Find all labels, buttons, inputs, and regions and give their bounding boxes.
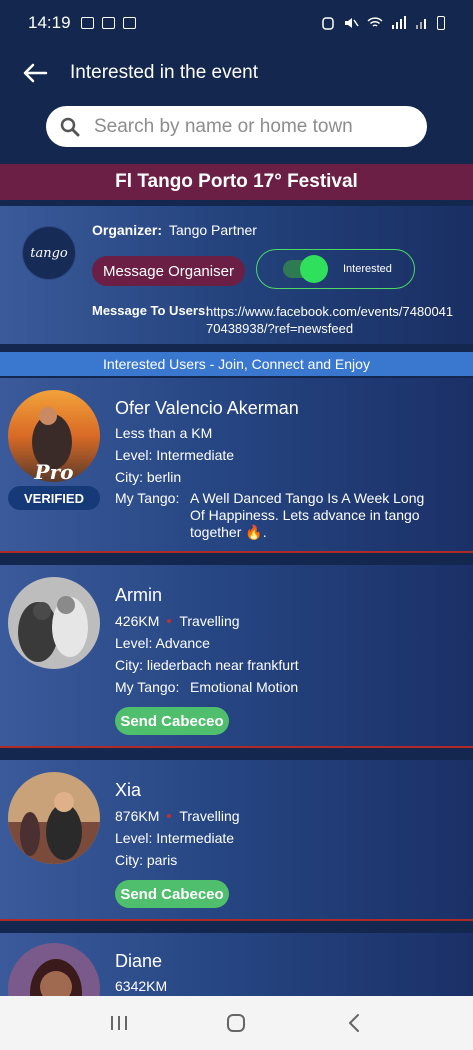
user-distance-row: 876KM Travelling (115, 808, 240, 824)
page-title: Interested in the event (70, 62, 259, 83)
system-nav-bar (0, 996, 473, 1050)
recent-apps-button[interactable] (99, 1003, 139, 1043)
user-level: Level: Intermediate (115, 830, 235, 846)
tango-label: My Tango: (115, 679, 180, 695)
avatar (8, 577, 100, 669)
user-card[interactable]: Pro VERIFIED Ofer Valencio Akerman Less … (0, 378, 473, 553)
chevron-left-icon (349, 1014, 360, 1032)
user-distance: 876KM (115, 808, 160, 824)
user-name: Armin (115, 585, 163, 605)
user-city: City: paris (115, 852, 178, 868)
organizer-logo-text: tango (30, 245, 68, 261)
recent-apps-icon (110, 1016, 127, 1030)
search-bar[interactable] (46, 106, 427, 147)
organizer-name: Tango Partner (169, 222, 257, 238)
search-input[interactable] (94, 115, 394, 138)
notification-icon (80, 17, 94, 29)
mute-icon (345, 18, 359, 28)
arrow-left-icon (23, 63, 48, 83)
message-organiser-label: Message Organiser (103, 262, 234, 280)
interested-toggle[interactable]: Interested (256, 249, 415, 289)
send-cabeceo-button[interactable]: Send Cabeceo (115, 880, 229, 908)
user-tango: My Tango: A Well Danced Tango Is A Week … (115, 490, 440, 541)
app-header: Interested in the event (0, 46, 473, 100)
event-title-bar: Fl Tango Porto 17° Festival (0, 164, 473, 200)
alarm-icon (322, 17, 334, 30)
message-users-label: Message To Users: (92, 303, 210, 318)
user-card[interactable]: Diane 6342KM (0, 933, 473, 1035)
home-button[interactable] (216, 1003, 256, 1043)
battery-icon (437, 16, 445, 30)
user-level: Level: Intermediate (115, 447, 235, 463)
user-distance: 6342KM (115, 978, 168, 994)
signal-icon (392, 16, 406, 29)
banner-text: Interested Users - Join, Connect and Enj… (103, 356, 370, 372)
organizer-logo: tango (22, 226, 76, 280)
message-organiser-button[interactable]: Message Organiser (92, 256, 245, 286)
interested-label: Interested (343, 263, 392, 275)
notification-icon (101, 17, 115, 29)
status-time: 14:19 (28, 13, 71, 32)
search-icon (60, 117, 80, 136)
user-card[interactable]: Armin 426KM Travelling Level: Advance Cit… (0, 565, 473, 748)
pro-label: Pro (34, 460, 74, 484)
user-card[interactable]: Xia 876KM Travelling Level: Intermediate … (0, 760, 473, 921)
send-cabeceo-label: Send Cabeceo (120, 712, 224, 730)
user-level: Level: Advance (115, 635, 210, 651)
notification-icon (122, 17, 136, 29)
signal-icon (416, 19, 426, 29)
user-tango: My Tango: Emotional Motion (115, 679, 440, 696)
interested-users-banner: Interested Users - Join, Connect and Enj… (0, 352, 473, 376)
send-cabeceo-button[interactable]: Send Cabeceo (115, 707, 229, 735)
event-title: Fl Tango Porto 17° Festival (115, 171, 358, 192)
separator-dot (167, 619, 172, 624)
status-bar: 14:19 (0, 0, 473, 46)
wifi-icon (367, 17, 383, 27)
user-city: City: liederbach near frankfurt (115, 657, 299, 673)
back-nav-button[interactable] (334, 1003, 374, 1043)
organizer-label: Organizer: (92, 222, 163, 238)
user-distance: Less than a KM (115, 425, 213, 441)
user-name: Diane (115, 951, 163, 971)
user-name: Xia (115, 780, 142, 800)
user-distance: 426KM (115, 613, 160, 629)
tango-text: Emotional Motion (190, 679, 299, 695)
home-icon (227, 1014, 246, 1032)
verified-label: VERIFIED (24, 490, 84, 506)
toggle-knob (300, 255, 328, 283)
avatar (8, 772, 100, 864)
separator-dot (167, 814, 172, 819)
organizer-panel: tango Organizer: Tango Partner Message O… (0, 206, 473, 344)
pro-verified-badge: Pro VERIFIED (8, 458, 100, 514)
send-cabeceo-label: Send Cabeceo (120, 885, 224, 903)
user-travelling: Travelling (179, 808, 240, 824)
user-name: Ofer Valencio Akerman (115, 398, 299, 418)
user-distance-row: 426KM Travelling (115, 613, 240, 629)
message-users-link[interactable]: https://www.facebook.com/events/74800417… (206, 303, 456, 337)
user-city: City: berlin (115, 469, 182, 485)
tango-label: My Tango: (115, 490, 180, 506)
back-button[interactable] (20, 58, 50, 88)
user-travelling: Travelling (179, 613, 240, 629)
status-icons (321, 16, 445, 30)
tango-text: A Well Danced Tango Is A Week Long Of Ha… (190, 490, 425, 540)
verified-badge: VERIFIED (8, 486, 100, 510)
